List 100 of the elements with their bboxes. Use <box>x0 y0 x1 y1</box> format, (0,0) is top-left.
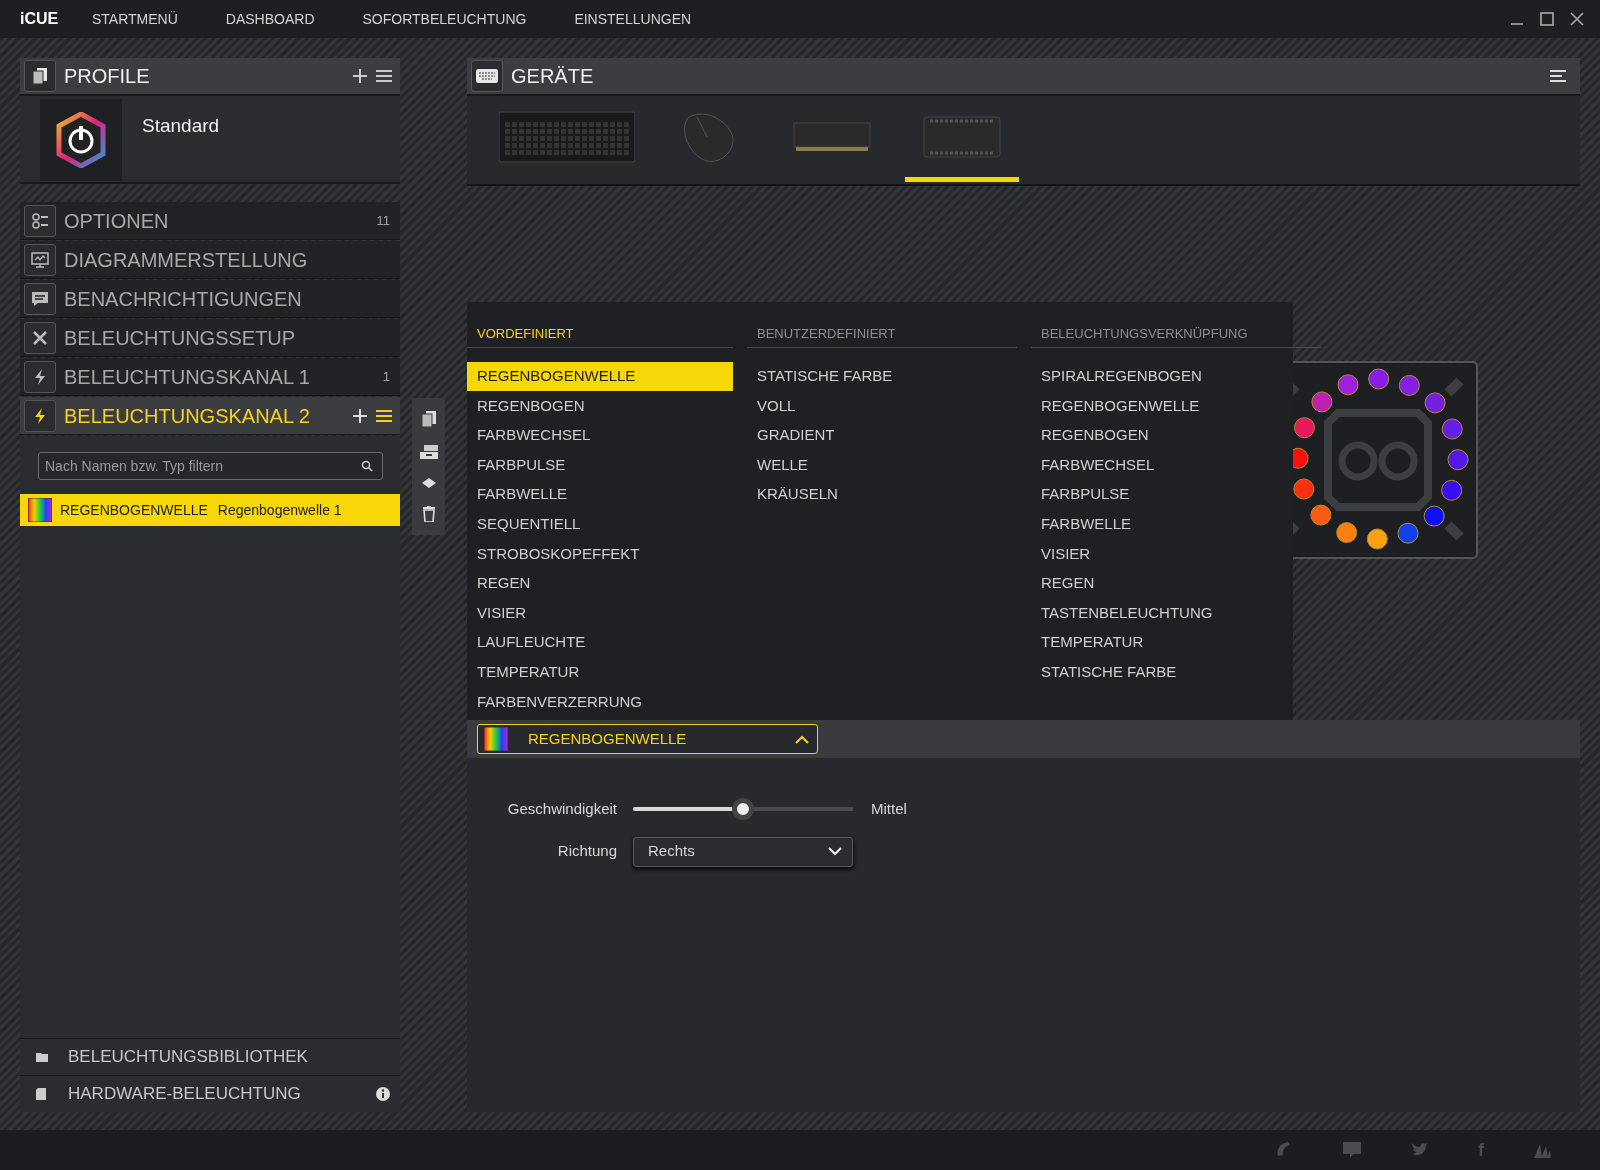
section-header[interactable]: BELEUCHTUNGSKANAL 1 1 <box>20 358 400 396</box>
effect-option[interactable]: TASTENBELEUCHTUNG <box>1031 598 1321 628</box>
copy-icon[interactable] <box>421 411 436 428</box>
led-dot[interactable] <box>1423 505 1445 527</box>
section-title: BENACHRICHTIGUNGEN <box>64 286 302 312</box>
count-label: 1 <box>382 367 390 386</box>
effect-option[interactable]: WELLE <box>747 450 1017 480</box>
slider-thumb[interactable] <box>732 798 754 821</box>
section-title: OPTIONEN <box>64 208 169 234</box>
effect-option[interactable]: STATISCHE FARBE <box>1031 657 1321 688</box>
effect-option[interactable]: FARBWECHSEL <box>467 420 733 451</box>
led-dot[interactable] <box>1337 374 1359 396</box>
column-heading[interactable]: BELEUCHTUNGSVERKNÜPFUNG <box>1031 324 1321 348</box>
add-icon[interactable] <box>352 407 368 424</box>
led-dot[interactable] <box>1368 368 1390 390</box>
column-heading[interactable]: VORDEFINIERT <box>467 324 733 348</box>
devices-button[interactable] <box>471 60 503 92</box>
rainbow-swatch-icon <box>28 498 52 522</box>
led-dot[interactable] <box>1424 392 1446 414</box>
effect-option[interactable]: VOLL <box>747 391 1017 421</box>
effect-option[interactable]: TEMPERATUR <box>467 657 733 688</box>
chevron-up-icon <box>795 734 809 744</box>
field-label: Richtung <box>556 841 617 862</box>
chevron-down-icon <box>828 847 842 856</box>
effect-option[interactable]: REGENBOGEN <box>467 391 733 421</box>
rainbow-swatch-icon <box>484 727 508 751</box>
effect-option[interactable]: REGEN <box>467 568 733 599</box>
menu-tab[interactable]: STARTMENÜ <box>92 8 178 30</box>
section-header[interactable]: OPTIONEN 11 <box>20 202 400 240</box>
column-heading[interactable]: BENUTZERDEFINIERT <box>747 324 1017 348</box>
menu-icon[interactable] <box>1550 69 1566 83</box>
menu-tab[interactable]: SOFORTBELEUCHTUNG <box>362 8 527 30</box>
led-dot[interactable] <box>1447 449 1469 471</box>
led-dot[interactable] <box>1441 479 1463 501</box>
folder-icon <box>36 1052 48 1062</box>
effect-option[interactable]: SPIRALREGENBOGEN <box>1031 361 1321 392</box>
memory-card-icon <box>36 1088 46 1100</box>
effect-option[interactable]: REGENBOGEN <box>1031 420 1321 451</box>
library-item[interactable]: BELEUCHTUNGSBIBLIOTHEK <box>20 1038 400 1075</box>
count-label: 11 <box>376 211 390 230</box>
maximize-icon[interactable] <box>1540 12 1554 26</box>
led-dot[interactable] <box>1366 528 1388 550</box>
paste-icon[interactable] <box>419 445 438 460</box>
add-icon[interactable] <box>352 68 368 84</box>
led-dot[interactable] <box>1310 504 1332 526</box>
library-label: HARDWARE-BELEUCHTUNG <box>68 1083 301 1106</box>
effect-option[interactable]: KRÄUSELN <box>747 479 1017 510</box>
slider-value: Mittel <box>871 799 907 819</box>
section-header[interactable]: BENACHRICHTIGUNGEN <box>20 280 400 318</box>
effect-option[interactable]: VISIER <box>467 598 733 628</box>
led-dot[interactable] <box>1397 522 1419 544</box>
options-icon <box>31 211 49 230</box>
effect-option[interactable]: FARBWECHSEL <box>1031 450 1321 480</box>
menu-tab[interactable]: EINSTELLUNGEN <box>574 8 692 30</box>
led-dot[interactable] <box>1293 478 1315 500</box>
effect-option[interactable]: GRADIENT <box>747 420 1017 451</box>
app-logo: iCUE <box>19 9 60 29</box>
led-dot[interactable] <box>1398 374 1420 396</box>
led-dot[interactable] <box>1293 417 1315 439</box>
effect-option[interactable]: LAUFLEUCHTE <box>467 627 733 658</box>
menu-icon[interactable] <box>376 68 392 84</box>
layer-row[interactable]: REGENBOGENWELLE Regenbogenwelle 1 <box>20 494 400 526</box>
section-header[interactable]: DIAGRAMMERSTELLUNG <box>20 241 400 279</box>
filter-field[interactable]: Nach Namen bzw. Typ filtern <box>38 452 383 480</box>
section-header[interactable]: BELEUCHTUNGSKANAL 2 <box>20 397 400 435</box>
search-icon[interactable] <box>361 460 373 472</box>
profile-logo-icon <box>55 112 107 168</box>
effect-option[interactable]: FARBWELLE <box>1031 509 1321 540</box>
diamond-icon[interactable] <box>421 477 436 488</box>
monitor-chart-icon <box>31 250 49 269</box>
section-title: BELEUCHTUNGSKANAL 2 <box>64 403 310 429</box>
effect-option[interactable]: REGENBOGENWELLE <box>467 361 733 392</box>
effect-option[interactable]: FARBPULSE <box>467 450 733 480</box>
effect-option[interactable]: STATISCHE FARBE <box>747 361 1017 392</box>
menu-icon[interactable] <box>376 407 392 424</box>
effect-option[interactable]: TEMPERATUR <box>1031 627 1321 658</box>
led-dot[interactable] <box>1441 418 1463 440</box>
effect-option[interactable]: REGEN <box>1031 568 1321 599</box>
profile-name[interactable]: Standard <box>142 112 220 182</box>
effect-option[interactable]: SEQUENTIELL <box>467 509 733 540</box>
direction-dropdown[interactable]: Rechts <box>633 836 853 867</box>
effect-dropdown[interactable]: REGENBOGENWELLE <box>477 724 818 754</box>
message-icon <box>31 289 49 308</box>
effect-option[interactable]: REGENBOGENWELLE <box>1031 391 1321 421</box>
menu-tab[interactable]: DASHBOARD <box>225 8 315 30</box>
led-dot[interactable] <box>1336 522 1358 544</box>
section-header[interactable]: BELEUCHTUNGSSETUP <box>20 319 400 357</box>
section-title: BELEUCHTUNGSSETUP <box>64 325 296 351</box>
library-item[interactable]: HARDWARE-BELEUCHTUNG <box>20 1075 400 1112</box>
effect-option[interactable]: FARBWELLE <box>467 479 733 510</box>
effect-option[interactable]: STROBOSKOPEFFEKT <box>467 539 733 569</box>
info-icon[interactable] <box>376 1087 390 1101</box>
close-icon[interactable] <box>1570 12 1584 26</box>
trash-icon[interactable] <box>422 505 435 522</box>
effect-option[interactable]: FARBENVERZERRUNG <box>467 687 733 717</box>
effect-option[interactable]: FARBPULSE <box>1031 479 1321 510</box>
led-dot[interactable] <box>1311 391 1333 413</box>
profile-button[interactable] <box>24 60 56 92</box>
effect-option[interactable]: VISIER <box>1031 539 1321 569</box>
tools-icon <box>31 328 49 347</box>
